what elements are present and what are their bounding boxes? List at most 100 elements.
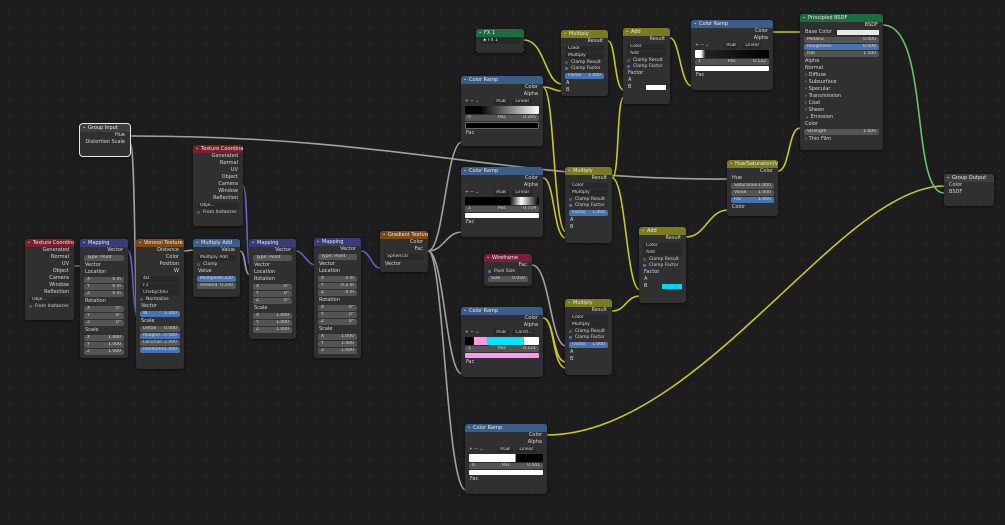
metric-dropdown[interactable]: Chebychev [140,290,180,296]
color-ramp-node-2[interactable]: Color Ramp Color Alpha + − ⌄RGB Linear 1… [461,167,543,237]
scale-x-field[interactable]: X 1.000 [84,335,124,341]
rotation-x-field[interactable]: X 0° [318,305,357,311]
add-stop-icon[interactable]: + − ⌄ [465,330,479,335]
wireframe-node[interactable]: Wireframe Fac Pixel Size Size0.050 [484,254,532,286]
stop-color-swatch[interactable] [695,66,769,71]
w-field[interactable]: W 1.200 [140,311,180,317]
rotation-y-field[interactable]: Y 0° [318,312,357,318]
addend-field[interactable]: Addend 0.240 [197,283,236,289]
from-instancer-checkbox[interactable]: From Instancer [25,304,74,310]
multiply-add-node[interactable]: Multiply Add Value Multiply Add Clamp Va… [193,239,240,297]
multiplier-field[interactable]: Multiplier 0.230 [197,276,236,282]
color-ramp-gradient[interactable] [465,337,539,345]
gradient-type-dropdown[interactable]: Spherical [384,254,424,260]
value-field[interactable]: Value 1.000 [731,190,774,196]
operation-dropdown[interactable]: Add [627,51,666,57]
mapping-node-3[interactable]: Mapping Vector Type: Point Vector Locati… [314,238,361,358]
panel-diffuse[interactable]: › Diffuse [800,72,883,79]
stop-position-field[interactable]: 1 Pos 0.121 [465,346,539,352]
stop-color-swatch[interactable] [465,213,539,218]
factor-field[interactable]: Factor 1.000 [569,210,608,216]
object-field[interactable]: Obje... [197,203,239,209]
stop-position-field[interactable]: 1 Pos 0.759 [465,206,539,212]
add-stop-icon[interactable]: + − ⌄ [465,190,479,195]
b-color-swatch[interactable] [662,284,682,289]
location-x-field[interactable]: X0 m [84,277,124,283]
location-y-field[interactable]: Y 0.3 m [318,283,357,289]
operation-dropdown[interactable]: Add [643,250,682,256]
mapping-node-2[interactable]: Mapping Vector Type: Point Vector Locati… [249,239,296,339]
panel-sheen[interactable]: › Sheen [800,107,883,114]
roughness-field[interactable]: Roughn... 0.500 [140,333,180,339]
stop-position-field[interactable]: 1 Pos 0.122 [695,59,769,65]
object-field[interactable]: Obje... [29,297,70,303]
blend-type-dropdown[interactable]: Color [569,315,608,321]
scale-z-field[interactable]: Z 1.000 [318,348,357,354]
color-ramp-node-5[interactable]: Color Ramp Color Alpha + − ⌄RGB Linear 1… [691,20,773,90]
location-x-field[interactable]: X0 m [318,276,357,282]
saturation-field[interactable]: Saturation 1.000 [731,183,774,189]
color-ramp-gradient[interactable] [465,197,539,205]
ramp-controls[interactable]: + − ⌄ RGB Linear [469,447,543,453]
ramp-controls[interactable]: + − ⌄ RGB Linear [695,43,769,49]
location-z-field[interactable]: Z0 m [318,290,357,296]
ramp-controls[interactable]: + − ⌄ RGB Linear [465,99,539,105]
operation-dropdown[interactable]: Multiply [565,53,604,59]
rotation-z-field[interactable]: Z 0° [318,319,357,325]
blend-type-dropdown[interactable]: Color [627,44,666,50]
rotation-y-field[interactable]: Y 0° [84,313,124,319]
type-dropdown[interactable]: Type: Point [84,255,124,261]
location-z-field[interactable]: Z0 m [84,291,124,297]
mapping-node[interactable]: Mapping Vector Type: Point Vector Locati… [80,239,128,358]
group-input-node[interactable]: Group Input Hue Distortion Scale [79,123,131,157]
add-stop-icon[interactable]: + − ⌄ [465,99,479,104]
roughness-field[interactable]: Roughness 0.500 [804,44,879,50]
ior-field[interactable]: IOR 1.500 [804,51,879,57]
color-ramp-gradient[interactable] [695,50,769,58]
panel-emission[interactable]: ⌄ Emission [800,114,883,121]
scale-x-field[interactable]: X 1.000 [318,334,357,340]
clamp-factor-checkbox[interactable]: Clamp Factor [565,203,612,209]
stop-color-swatch[interactable] [465,122,539,129]
principled-bsdf-node[interactable]: Principled BSDF BSDF Base Color Metallic… [800,14,883,150]
metallic-field[interactable]: Metallic 0.000 [804,37,879,43]
gradient-texture-node[interactable]: Gradient Texture Color Fac Spherical Vec… [380,231,428,272]
dimensions-dropdown[interactable]: 4D [140,276,180,282]
fac-field[interactable]: Fac 1.000 [731,197,774,203]
fx-node[interactable]: FX 1 ◈ FX 1 [476,29,524,53]
voronoi-texture-node[interactable]: Voronoi Texture Distance Color Position … [136,239,184,369]
color-ramp-node-1[interactable]: Color Ramp Color Alpha + − ⌄RGB Linear 0… [461,76,543,146]
scale-z-field[interactable]: Z 1.000 [253,327,292,333]
factor-field[interactable]: Factor 1.000 [565,73,604,79]
texture-coordinate-node[interactable]: Texture Coordinate Generated Normal UV O… [25,239,74,320]
rotation-z-field[interactable]: Z 0° [84,320,124,326]
b-color-swatch[interactable] [646,85,666,90]
detail-field[interactable]: Detail 0.000 [140,326,180,332]
scale-y-field[interactable]: Y 1.000 [253,320,292,326]
blend-type-dropdown[interactable]: Color [565,46,604,52]
rotation-y-field[interactable]: Y 0° [253,291,292,297]
panel-coat[interactable]: › Coat [800,100,883,107]
stop-position-field[interactable]: 0 Pos 0.441 [469,463,543,469]
scale-x-field[interactable]: X 1.000 [253,313,292,319]
feature-dropdown[interactable]: F1 [140,283,180,289]
scale-z-field[interactable]: Z 1.000 [84,349,124,355]
operation-dropdown[interactable]: Multiply [569,322,608,328]
color-ramp-node-3[interactable]: Color Ramp Color Alpha + − ⌄RGB Const...… [461,307,543,377]
ramp-controls[interactable]: + − ⌄ RGB Linear [465,190,539,196]
lacunarity-field[interactable]: Lacunari... 2.000 [140,340,180,346]
randomness-field[interactable]: Randomn... 1.000 [140,347,180,353]
add-node-2[interactable]: Add Result Color Add Clamp Result Clamp … [639,227,686,303]
type-dropdown[interactable]: Type: Point [318,254,357,260]
add-stop-icon[interactable]: + − ⌄ [469,447,483,452]
clamp-factor-checkbox[interactable]: Clamp Factor [561,66,608,72]
location-y-field[interactable]: Y0 m [84,284,124,290]
rotation-z-field[interactable]: Z 0° [253,298,292,304]
texture-coordinate-node-2[interactable]: Texture Coordinate Generated Normal UV O… [193,145,243,226]
scale-y-field[interactable]: Y 1.000 [318,341,357,347]
operation-dropdown[interactable]: Multiply Add [197,255,236,261]
multiply-node-2[interactable]: Multiply Result Color Multiply Clamp Res… [565,167,612,243]
rotation-x-field[interactable]: X 0° [253,284,292,290]
stop-color-swatch[interactable] [465,353,539,358]
emission-strength-field[interactable]: Strength 1.000 [804,129,879,135]
